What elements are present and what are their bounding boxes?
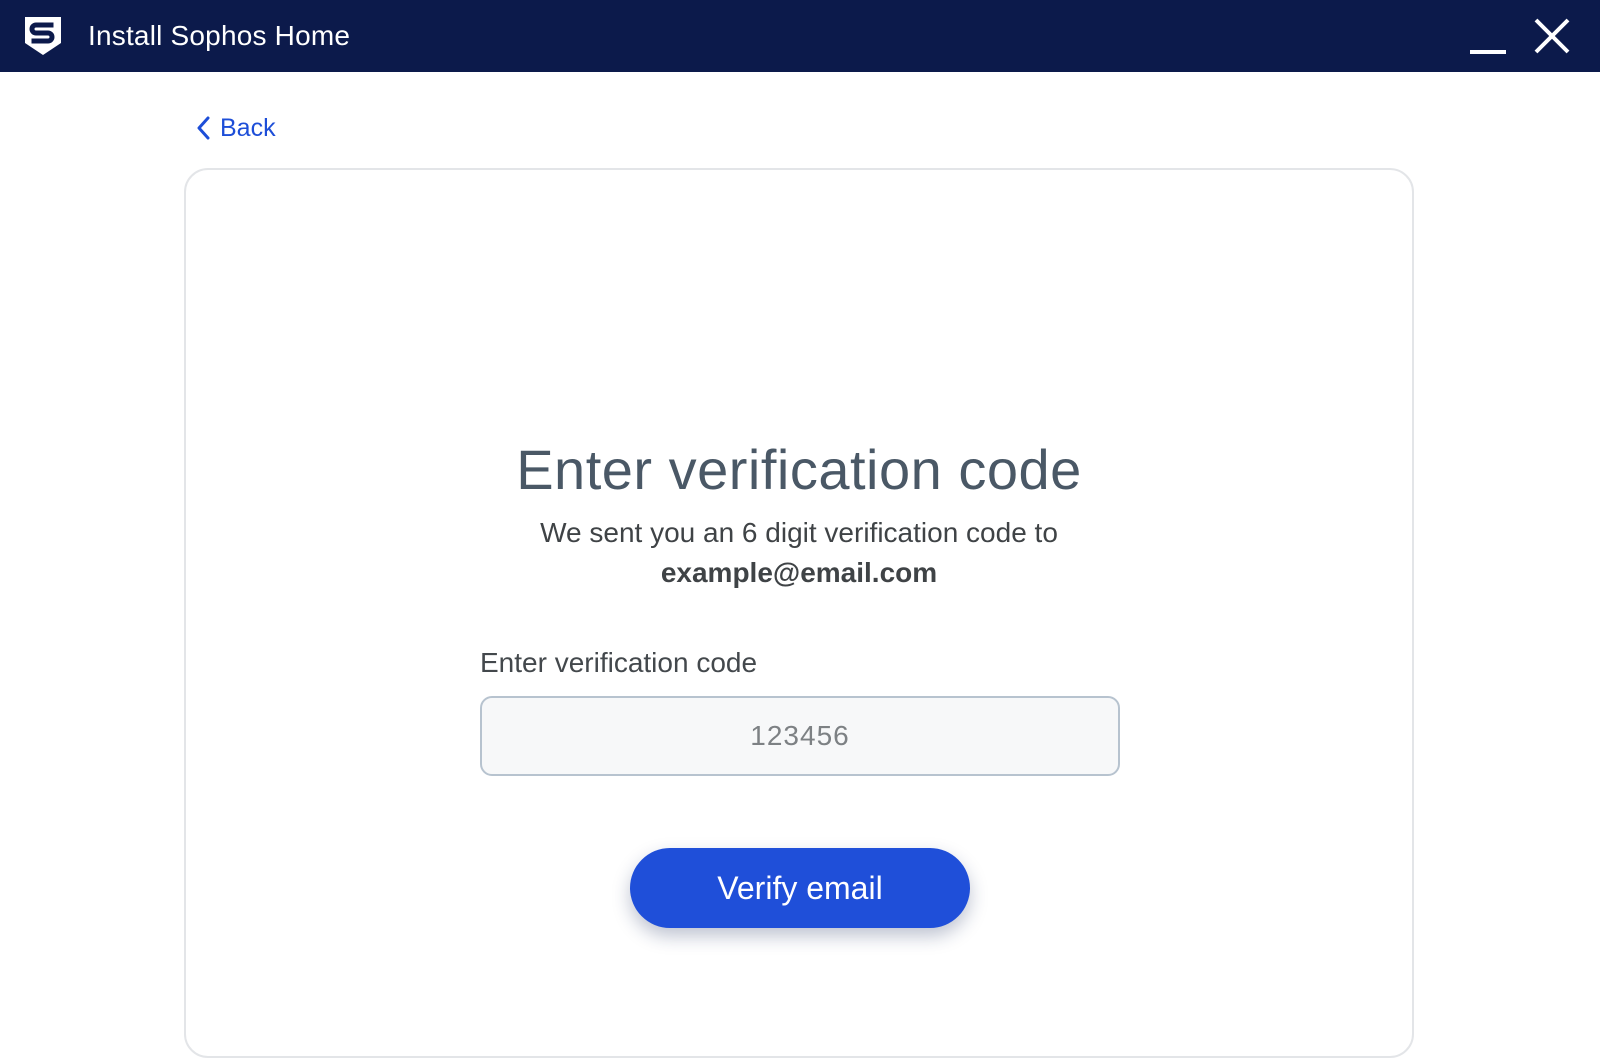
page-heading: Enter verification code bbox=[516, 438, 1082, 501]
close-icon[interactable] bbox=[1530, 14, 1574, 58]
sophos-logo-icon bbox=[22, 15, 64, 57]
back-link-label: Back bbox=[220, 113, 276, 142]
chevron-left-icon bbox=[196, 115, 212, 141]
code-field-label: Enter verification code bbox=[480, 647, 758, 678]
email-address: example@email.com bbox=[660, 557, 938, 588]
instruction-text: We sent you an 6 digit verification code… bbox=[540, 517, 1058, 548]
title-bar: Install Sophos Home bbox=[0, 0, 1600, 72]
verification-code-input[interactable] bbox=[480, 696, 1120, 776]
back-link[interactable]: Back bbox=[196, 110, 276, 146]
verify-email-button[interactable]: Verify email bbox=[630, 848, 970, 928]
minimize-icon[interactable] bbox=[1466, 14, 1510, 58]
window-title: Install Sophos Home bbox=[88, 20, 351, 51]
